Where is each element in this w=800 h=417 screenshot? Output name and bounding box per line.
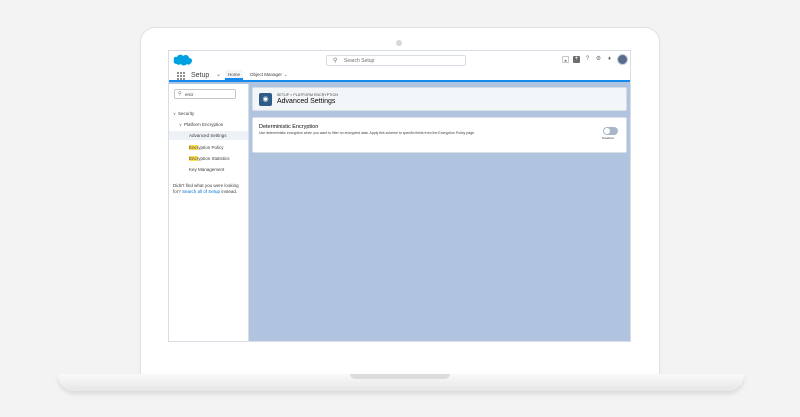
global-search-input[interactable]: ⚲ Search Setup — [326, 55, 466, 66]
sidebar-item-security[interactable]: ∨ Security — [173, 111, 194, 117]
search-match-highlight: Encr — [189, 156, 199, 161]
app-name: Setup — [191, 72, 210, 79]
sidebar-item-label: yption Policy — [198, 145, 224, 150]
tab-home[interactable]: Home — [225, 70, 244, 80]
sidebar-item-label: Platform Encryption — [183, 122, 224, 127]
page-header: ◉ SETUP > PLATFORM ENCRYPTION Advanced S… — [252, 87, 627, 111]
tab-home-label: Home — [228, 72, 241, 77]
sidebar-item-encryption-policy[interactable]: Encryption Policy — [189, 145, 224, 151]
app-navigation-bar: Setup ⌄ Home Object Manager ⌄ — [169, 69, 630, 82]
help-icon[interactable]: ? — [584, 56, 591, 63]
quick-find-input[interactable]: ⚲ encr — [174, 89, 236, 99]
breadcrumb: SETUP > PLATFORM ENCRYPTION — [277, 93, 338, 97]
favorites-icon[interactable]: ★ — [562, 56, 569, 63]
card-description: Use deterministic encryption when you wa… — [259, 131, 475, 135]
notifications-bell-icon[interactable]: ♦ — [606, 56, 613, 63]
toggle-status-label: Disabled — [602, 136, 614, 140]
header-actions: ★ + ? ⚙ ♦ — [562, 54, 628, 65]
deterministic-encryption-toggle[interactable] — [603, 127, 618, 135]
chevron-down-icon[interactable]: ∨ — [173, 111, 176, 116]
quick-find-help: Didn't find what you were looking for? S… — [173, 183, 243, 195]
tab-object-manager[interactable]: Object Manager ⌄ — [247, 70, 290, 80]
sidebar-item-platform-encryption[interactable]: ∨ Platform Encryption — [179, 122, 223, 128]
global-actions-icon[interactable]: + — [573, 56, 580, 63]
app-launcher-icon[interactable] — [177, 72, 185, 80]
search-all-setup-link[interactable]: Search all of Setup — [182, 189, 220, 194]
sidebar-item-label: Advanced Settings — [189, 133, 227, 138]
platform-encryption-icon: ◉ — [259, 93, 272, 106]
sidebar-item-encryption-statistics[interactable]: Encryption Statistics — [189, 156, 230, 162]
toggle-knob — [604, 128, 610, 134]
card-title: Deterministic Encryption — [259, 124, 319, 130]
salesforce-logo-icon[interactable] — [173, 54, 193, 67]
chevron-down-icon[interactable]: ∨ — [179, 122, 182, 127]
deterministic-encryption-card: Deterministic Encryption Use determinist… — [252, 117, 627, 153]
sidebar-item-advanced-settings[interactable]: Advanced Settings — [169, 131, 248, 140]
search-placeholder: Search Setup — [344, 58, 375, 64]
sidebar-item-label: Key Management — [189, 167, 225, 172]
webcam — [396, 40, 402, 46]
help-suffix: instead. — [221, 189, 238, 194]
sidebar-item-label: yption Statistics — [198, 156, 230, 161]
gear-icon[interactable]: ⚙ — [595, 56, 602, 63]
setup-sidebar: ⚲ encr ∨ Security ∨ Platform Encryption Ad… — [169, 84, 249, 341]
chevron-down-icon[interactable]: ⌄ — [284, 72, 287, 77]
sidebar-item-key-management[interactable]: Key Management — [189, 167, 224, 173]
laptop-notch — [350, 374, 450, 379]
chevron-down-icon[interactable]: ⌄ — [216, 70, 221, 81]
page-title: Advanced Settings — [277, 98, 336, 105]
global-header: ⚲ Search Setup ★ + ? ⚙ ♦ — [169, 51, 630, 69]
avatar[interactable] — [617, 54, 628, 65]
sidebar-item-label: Security — [177, 111, 195, 116]
laptop-screen: ⚲ Search Setup ★ + ? ⚙ ♦ Setup ⌄ Home Ob… — [168, 50, 631, 342]
quick-find-value: encr — [185, 92, 194, 97]
tab-object-manager-label: Object Manager — [250, 72, 283, 77]
search-match-highlight: Encr — [189, 145, 199, 150]
search-icon: ⚲ — [333, 58, 338, 64]
search-icon: ⚲ — [178, 91, 182, 97]
